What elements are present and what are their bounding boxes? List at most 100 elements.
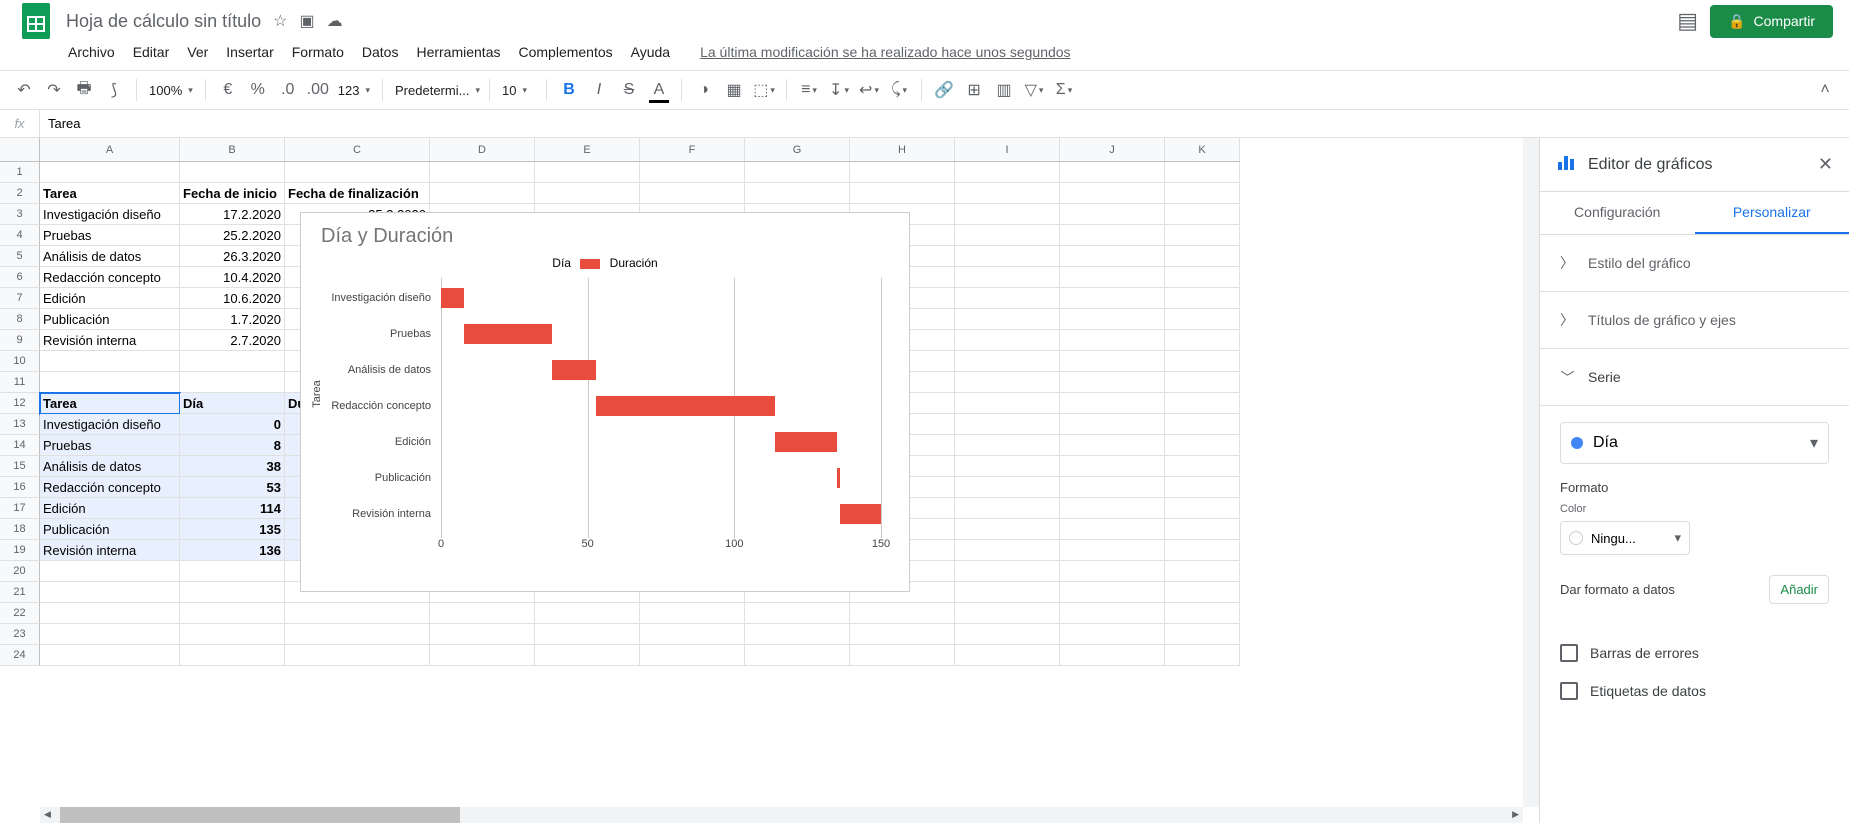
col-header-D[interactable]: D <box>430 138 535 161</box>
cell-J19[interactable] <box>1060 540 1165 561</box>
cell-K21[interactable] <box>1165 582 1240 603</box>
cell-B23[interactable] <box>180 624 285 645</box>
cell-J18[interactable] <box>1060 519 1165 540</box>
cell-D1[interactable] <box>430 162 535 183</box>
formula-input[interactable]: Tarea <box>40 116 1849 131</box>
cell-B9[interactable]: 2.7.2020 <box>180 330 285 351</box>
row-header-22[interactable]: 22 <box>0 603 40 624</box>
text-color-button[interactable]: A <box>645 76 673 104</box>
cell-J16[interactable] <box>1060 477 1165 498</box>
halign-button[interactable]: ≡ <box>795 76 823 104</box>
cell-J5[interactable] <box>1060 246 1165 267</box>
col-header-F[interactable]: F <box>640 138 745 161</box>
menu-archivo[interactable]: Archivo <box>60 40 123 64</box>
cell-I20[interactable] <box>955 561 1060 582</box>
cell-B19[interactable]: 136 <box>180 540 285 561</box>
menu-herramientas[interactable]: Herramientas <box>408 40 508 64</box>
cell-J20[interactable] <box>1060 561 1165 582</box>
row-header-11[interactable]: 11 <box>0 372 40 393</box>
toolbar-collapse-icon[interactable]: ˄ <box>1811 76 1839 104</box>
cell-J6[interactable] <box>1060 267 1165 288</box>
col-header-B[interactable]: B <box>180 138 285 161</box>
close-editor-button[interactable]: ✕ <box>1818 154 1833 175</box>
cell-J2[interactable] <box>1060 183 1165 204</box>
cell-B6[interactable]: 10.4.2020 <box>180 267 285 288</box>
cell-F22[interactable] <box>640 603 745 624</box>
cell-I6[interactable] <box>955 267 1060 288</box>
cell-B20[interactable] <box>180 561 285 582</box>
row-header-24[interactable]: 24 <box>0 645 40 666</box>
cell-I13[interactable] <box>955 414 1060 435</box>
cell-I10[interactable] <box>955 351 1060 372</box>
number-format-select[interactable]: 123 <box>334 83 374 98</box>
cell-I8[interactable] <box>955 309 1060 330</box>
cell-I24[interactable] <box>955 645 1060 666</box>
menu-complementos[interactable]: Complementos <box>510 40 620 64</box>
cell-A15[interactable]: Análisis de datos <box>40 456 180 477</box>
cell-I1[interactable] <box>955 162 1060 183</box>
row-header-17[interactable]: 17 <box>0 498 40 519</box>
comment-button[interactable]: ⊞ <box>960 76 988 104</box>
row-header-3[interactable]: 3 <box>0 204 40 225</box>
cell-J13[interactable] <box>1060 414 1165 435</box>
cell-K3[interactable] <box>1165 204 1240 225</box>
cell-I3[interactable] <box>955 204 1060 225</box>
cell-I12[interactable] <box>955 393 1060 414</box>
cell-C2[interactable]: Fecha de finalización <box>285 183 430 204</box>
section-serie-header[interactable]: 〉 Serie <box>1540 349 1849 406</box>
cell-K9[interactable] <box>1165 330 1240 351</box>
cell-J11[interactable] <box>1060 372 1165 393</box>
cell-J9[interactable] <box>1060 330 1165 351</box>
col-header-I[interactable]: I <box>955 138 1060 161</box>
col-header-J[interactable]: J <box>1060 138 1165 161</box>
currency-button[interactable]: € <box>214 76 242 104</box>
row-header-13[interactable]: 13 <box>0 414 40 435</box>
cell-A11[interactable] <box>40 372 180 393</box>
cell-K1[interactable] <box>1165 162 1240 183</box>
cell-K13[interactable] <box>1165 414 1240 435</box>
data-labels-checkbox[interactable]: Etiquetas de datos <box>1560 672 1829 710</box>
rotate-button[interactable]: ⤹ <box>885 76 913 104</box>
cell-A14[interactable]: Pruebas <box>40 435 180 456</box>
cell-J8[interactable] <box>1060 309 1165 330</box>
cell-C23[interactable] <box>285 624 430 645</box>
cell-J17[interactable] <box>1060 498 1165 519</box>
cell-A12[interactable]: Tarea <box>40 393 180 414</box>
row-header-10[interactable]: 10 <box>0 351 40 372</box>
cell-J21[interactable] <box>1060 582 1165 603</box>
cell-D23[interactable] <box>430 624 535 645</box>
cell-K23[interactable] <box>1165 624 1240 645</box>
cell-J24[interactable] <box>1060 645 1165 666</box>
cell-I17[interactable] <box>955 498 1060 519</box>
row-header-21[interactable]: 21 <box>0 582 40 603</box>
cell-A2[interactable]: Tarea <box>40 183 180 204</box>
paint-format-button[interactable]: ⟆ <box>100 76 128 104</box>
share-button[interactable]: 🔒 Compartir <box>1710 5 1833 38</box>
cell-K17[interactable] <box>1165 498 1240 519</box>
cell-I22[interactable] <box>955 603 1060 624</box>
cell-I5[interactable] <box>955 246 1060 267</box>
cell-K14[interactable] <box>1165 435 1240 456</box>
cell-H23[interactable] <box>850 624 955 645</box>
cell-J7[interactable] <box>1060 288 1165 309</box>
row-header-12[interactable]: 12 <box>0 393 40 414</box>
move-icon[interactable]: ▣ <box>299 11 314 31</box>
select-all-corner[interactable] <box>0 138 40 161</box>
star-icon[interactable]: ☆ <box>273 11 287 31</box>
cell-K5[interactable] <box>1165 246 1240 267</box>
cell-B18[interactable]: 135 <box>180 519 285 540</box>
cell-I2[interactable] <box>955 183 1060 204</box>
cell-A6[interactable]: Redacción concepto <box>40 267 180 288</box>
cell-H2[interactable] <box>850 183 955 204</box>
cell-I19[interactable] <box>955 540 1060 561</box>
embedded-chart[interactable]: Día y Duración Día Duración Tarea Invest… <box>300 212 910 592</box>
cell-K7[interactable] <box>1165 288 1240 309</box>
borders-button[interactable]: ▦ <box>720 76 748 104</box>
menu-formato[interactable]: Formato <box>284 40 352 64</box>
col-header-G[interactable]: G <box>745 138 850 161</box>
italic-button[interactable]: I <box>585 76 613 104</box>
cell-C1[interactable] <box>285 162 430 183</box>
cell-B7[interactable]: 10.6.2020 <box>180 288 285 309</box>
row-header-23[interactable]: 23 <box>0 624 40 645</box>
cell-A4[interactable]: Pruebas <box>40 225 180 246</box>
